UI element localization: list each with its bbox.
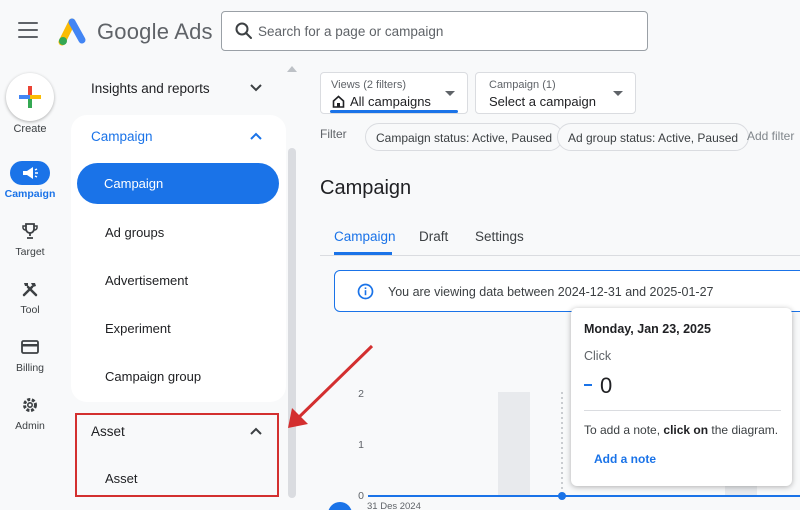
plus-icon <box>19 86 41 108</box>
scroll-up-icon[interactable] <box>287 66 297 72</box>
nav-scrollbar[interactable] <box>288 148 296 498</box>
tooltip-date: Monday, Jan 23, 2025 <box>584 322 711 336</box>
caret-down-icon <box>445 91 455 96</box>
gear-icon <box>23 398 37 412</box>
asset-section-highlight: Asset Asset <box>75 413 279 497</box>
data-point[interactable] <box>558 492 566 500</box>
top-bar: Google Ads Search for a page or campaign <box>0 0 800 64</box>
chart-scroll-button[interactable] <box>328 502 352 510</box>
menu-icon[interactable] <box>18 22 38 38</box>
chevron-up-icon[interactable] <box>249 425 263 437</box>
series-swatch <box>584 384 592 386</box>
tooltip-note: To add a note, click on the diagram. <box>584 423 778 437</box>
chevron-down-icon[interactable] <box>249 82 263 94</box>
brand-name: Google Ads <box>97 19 213 44</box>
tab-draft[interactable]: Draft <box>419 229 448 244</box>
rail-label-billing: Billing <box>15 362 44 374</box>
chart-ytick: 2 <box>358 388 364 400</box>
views-small-label: Views (2 filters) <box>331 79 406 91</box>
card-icon <box>21 340 39 354</box>
views-dropdown[interactable]: Views (2 filters) All campaigns <box>320 72 468 114</box>
chart-weekend-band <box>498 392 530 496</box>
nav-campaign-section: Campaign Ad groups Advertisement Experim… <box>71 115 286 402</box>
tab-settings[interactable]: Settings <box>475 229 524 244</box>
campaign-value: Select a campaign <box>489 94 596 109</box>
nav-item-campaign-label: Campaign <box>104 176 164 191</box>
rail-label-target: Target <box>15 246 45 258</box>
nav-item-campaign-group[interactable]: Campaign group <box>105 369 201 384</box>
views-active-indicator <box>330 110 458 113</box>
info-icon <box>357 283 374 300</box>
tools-icon <box>22 283 38 297</box>
rail-label-tool: Tool <box>20 304 40 316</box>
tooltip-note-bold: click on <box>663 423 709 437</box>
info-banner: You are viewing data between 2024-12-31 … <box>334 270 800 312</box>
tooltip-value: 0 <box>600 373 613 398</box>
rail-item-admin[interactable]: Admin <box>0 393 60 432</box>
tab-campaign[interactable]: Campaign <box>334 229 396 244</box>
create-button[interactable] <box>6 73 54 121</box>
search-input[interactable]: Search for a page or campaign <box>221 11 648 51</box>
tooltip-note-post: the diagram. <box>708 423 779 437</box>
home-icon <box>332 95 345 108</box>
caret-down-icon <box>613 91 623 96</box>
campaign-small-label: Campaign (1) <box>489 79 556 91</box>
rail-label-campaign: Campaign <box>4 188 56 200</box>
views-value: All campaigns <box>350 94 431 109</box>
nav-campaign-header[interactable]: Campaign <box>91 129 153 144</box>
rail-item-target[interactable]: Target <box>0 219 60 258</box>
page-title: Campaign <box>320 177 412 199</box>
rail-item-billing[interactable]: Billing <box>0 335 60 374</box>
megaphone-icon <box>23 167 38 179</box>
tabs-divider <box>320 255 800 256</box>
nav-asset-header[interactable]: Asset <box>91 424 125 439</box>
rail-label-admin: Admin <box>15 420 45 432</box>
tooltip-divider <box>584 410 781 411</box>
chart-tooltip: Monday, Jan 23, 2025 Click 0 To add a no… <box>571 308 792 486</box>
nav-item-ad-groups[interactable]: Ad groups <box>105 225 164 240</box>
filter-chip-ad-group-status[interactable]: Ad group status: Active, Paused <box>557 123 750 151</box>
chart-xtick: 31 Des 2024 <box>367 501 421 510</box>
chevron-up-icon[interactable] <box>249 130 263 142</box>
chart-ytick: 1 <box>358 439 364 451</box>
tooltip-metric: Click <box>584 349 612 363</box>
rail-item-tool[interactable]: Tool <box>0 277 60 316</box>
search-icon <box>235 22 252 39</box>
nav-item-campaign[interactable]: Campaign <box>77 163 279 204</box>
search-placeholder: Search for a page or campaign <box>258 24 444 39</box>
nav-insights-reports[interactable]: Insights and reports <box>91 81 210 96</box>
add-note-button[interactable]: Add a note <box>594 452 656 466</box>
nav-item-asset[interactable]: Asset <box>105 471 138 486</box>
rail-item-campaign[interactable]: Campaign <box>0 161 60 200</box>
campaign-dropdown[interactable]: Campaign (1) Select a campaign <box>475 72 636 114</box>
nav-item-advertisement[interactable]: Advertisement <box>105 273 188 288</box>
trophy-icon <box>22 223 38 239</box>
tooltip-note-pre: To add a note, <box>584 423 664 437</box>
info-banner-text: You are viewing data between 2024-12-31 … <box>388 285 714 299</box>
create-label: Create <box>13 123 47 135</box>
google-ads-logo <box>58 18 86 46</box>
filter-chip-campaign-status[interactable]: Campaign status: Active, Paused <box>365 123 564 151</box>
nav-item-experiment[interactable]: Experiment <box>105 321 171 336</box>
add-filter-button[interactable]: Add filter <box>747 129 794 143</box>
filter-label: Filter <box>320 127 347 141</box>
chart-ytick: 0 <box>358 490 364 502</box>
